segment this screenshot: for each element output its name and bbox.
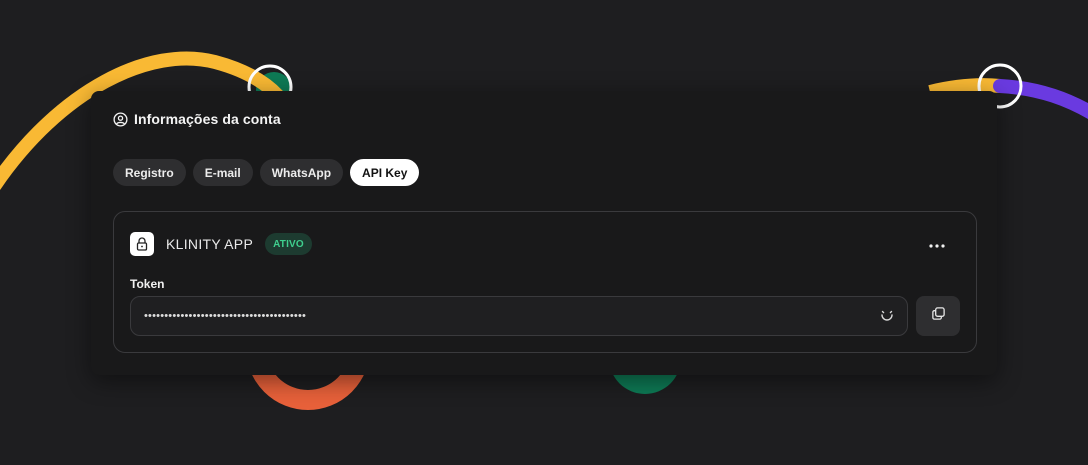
tab-api-key[interactable]: API Key <box>350 159 420 186</box>
card-header: Informações da conta <box>113 111 281 127</box>
card-title: Informações da conta <box>134 111 281 127</box>
tab-whatsapp[interactable]: WhatsApp <box>259 159 344 186</box>
refresh-icon[interactable] <box>879 308 895 324</box>
tab-bar: Registro E-mail WhatsApp API Key <box>113 159 420 186</box>
app-row: KLINITY APP ATIVO <box>130 232 312 256</box>
token-field[interactable]: •••••••••••••••••••••••••••••••••••••••• <box>130 296 908 336</box>
copy-icon <box>931 306 946 326</box>
user-circle-icon <box>113 111 128 127</box>
tab-registro[interactable]: Registro <box>113 159 186 186</box>
copy-button[interactable] <box>916 296 960 336</box>
token-label: Token <box>130 277 165 291</box>
more-options-button[interactable] <box>924 234 950 254</box>
lock-icon <box>130 232 154 256</box>
token-value: •••••••••••••••••••••••••••••••••••••••• <box>144 310 307 322</box>
tab-email[interactable]: E-mail <box>192 159 253 186</box>
api-key-panel: KLINITY APP ATIVO Token ••••••••••••••••… <box>113 211 977 353</box>
account-info-card: Informações da conta Registro E-mail Wha… <box>91 91 997 375</box>
app-name: KLINITY APP <box>166 236 254 252</box>
status-badge: ATIVO <box>265 233 312 255</box>
more-horizontal-icon <box>929 235 945 253</box>
